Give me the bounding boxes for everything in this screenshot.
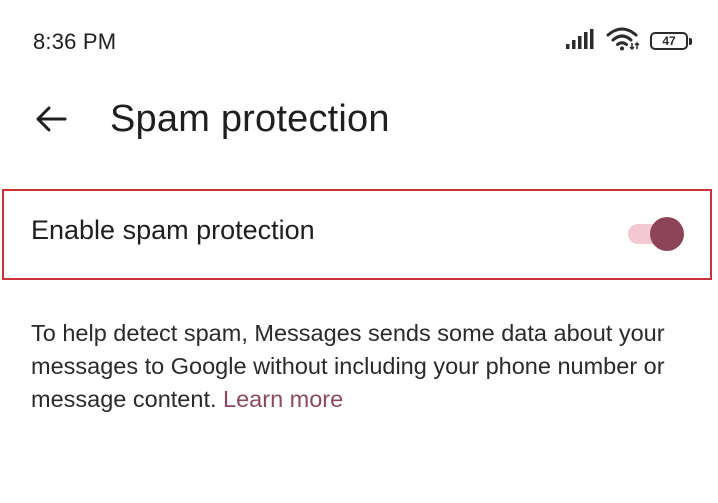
status-icons: 47 — [566, 27, 692, 56]
signal-icon — [566, 28, 596, 54]
status-time: 8:36 PM — [33, 29, 117, 54]
spam-protection-toggle[interactable] — [624, 215, 688, 253]
description-text: To help detect spam, Messages sends some… — [31, 320, 665, 412]
app-bar: Spam protection — [0, 84, 718, 158]
learn-more-link[interactable]: Learn more — [223, 386, 343, 412]
spam-protection-description: To help detect spam, Messages sends some… — [31, 317, 701, 416]
wifi-icon — [606, 27, 640, 56]
page-title: Spam protection — [110, 98, 390, 140]
enable-spam-protection-row[interactable]: Enable spam protection — [2, 189, 712, 280]
back-button[interactable] — [26, 96, 76, 146]
arrow-back-icon — [35, 105, 67, 138]
setting-label: Enable spam protection — [31, 215, 315, 245]
battery-icon: 47 — [650, 32, 692, 50]
toggle-thumb — [650, 217, 684, 251]
status-bar: 8:36 PM 47 — [0, 0, 718, 84]
battery-level: 47 — [662, 34, 676, 48]
